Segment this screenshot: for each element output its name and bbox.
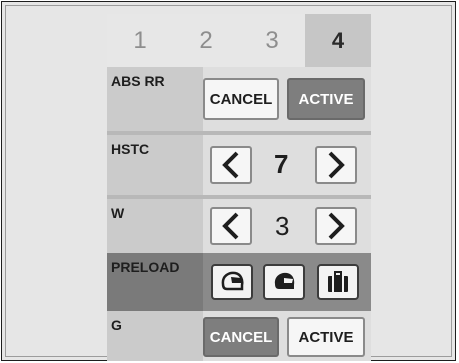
- settings-panel: 1 2 3 4 ABS RR CANCEL ACTIVE HSTC 7 W 3: [107, 14, 371, 361]
- row-w: W 3: [107, 199, 371, 253]
- hstc-label: HSTC: [111, 141, 150, 157]
- preload-luggage-button[interactable]: [317, 264, 359, 300]
- rider-helmet-icon: [221, 271, 244, 291]
- hstc-increase-button[interactable]: [315, 146, 357, 184]
- row-abs-rr: ABS RR CANCEL ACTIVE: [107, 67, 371, 131]
- g-label: G: [111, 317, 122, 333]
- tab-bar: 1 2 3 4: [107, 14, 371, 67]
- abs-rr-label: ABS RR: [111, 73, 165, 89]
- hstc-decrease-button[interactable]: [210, 146, 252, 184]
- row-g: G CANCEL ACTIVE: [107, 311, 371, 361]
- tab-3[interactable]: 3: [239, 14, 305, 67]
- preload-rider-button[interactable]: [211, 264, 253, 300]
- row-hstc: HSTC 7: [107, 135, 371, 195]
- chevron-left-icon: [222, 151, 239, 179]
- tab-2[interactable]: 2: [173, 14, 239, 67]
- tab-4[interactable]: 4: [305, 14, 371, 67]
- luggage-icon: [328, 271, 348, 292]
- w-value: 3: [275, 211, 290, 241]
- row-preload: PRELOAD: [107, 253, 371, 311]
- passenger-helmet-icon: [274, 272, 295, 289]
- g-cancel-button[interactable]: CANCEL: [203, 317, 279, 357]
- abs-rr-cancel-button[interactable]: CANCEL: [203, 78, 279, 120]
- w-increase-button[interactable]: [315, 207, 357, 245]
- abs-rr-active-button[interactable]: ACTIVE: [287, 78, 365, 120]
- tab-1[interactable]: 1: [107, 14, 173, 67]
- preload-passenger-button[interactable]: [263, 264, 305, 300]
- g-active-button[interactable]: ACTIVE: [287, 317, 365, 357]
- chevron-left-icon: [222, 212, 239, 240]
- chevron-right-icon: [328, 212, 345, 240]
- hstc-value: 7: [274, 149, 289, 179]
- chevron-right-icon: [328, 151, 345, 179]
- w-decrease-button[interactable]: [210, 207, 252, 245]
- preload-label: PRELOAD: [111, 259, 180, 275]
- w-label: W: [111, 205, 125, 221]
